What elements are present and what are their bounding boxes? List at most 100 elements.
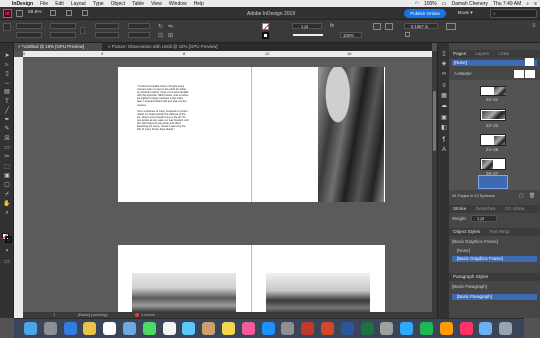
scale-x-field[interactable] bbox=[95, 23, 119, 29]
menu-layout[interactable]: Layout bbox=[71, 1, 86, 7]
spread-thumb[interactable] bbox=[480, 86, 506, 96]
wifi-icon[interactable]: ◠ bbox=[415, 1, 419, 7]
clock[interactable]: Thu 7:49 AM bbox=[493, 1, 521, 7]
trash-icon[interactable] bbox=[499, 322, 513, 335]
user-name[interactable]: Damah Chenery bbox=[452, 1, 488, 7]
launchpad-icon[interactable] bbox=[43, 322, 57, 335]
delete-page-icon[interactable]: 🗑 bbox=[529, 193, 535, 199]
pencil-tool-icon[interactable]: ✎ bbox=[3, 126, 11, 133]
contacts-icon[interactable] bbox=[202, 322, 216, 335]
stroke-type-line[interactable] bbox=[293, 34, 323, 36]
swatches-panel-icon[interactable]: ▦ bbox=[440, 93, 448, 100]
screen-mode-icon[interactable] bbox=[66, 10, 72, 16]
menu-table[interactable]: Table bbox=[132, 1, 144, 7]
scroll-thumb[interactable] bbox=[433, 91, 436, 151]
pages-panel-icon[interactable]: ▯ bbox=[440, 51, 448, 58]
tab-swatches[interactable]: Swatches bbox=[476, 206, 496, 211]
calendar-icon[interactable] bbox=[103, 322, 117, 335]
new-page-icon[interactable]: ▢ bbox=[519, 193, 524, 199]
publish-online-button[interactable]: Publish Online bbox=[404, 9, 446, 18]
stroke-weight-field[interactable]: 1 pt bbox=[292, 23, 322, 29]
fill-stroke-swatch-icon[interactable] bbox=[1, 233, 12, 243]
files-icon[interactable] bbox=[380, 322, 394, 335]
preflight-error-icon[interactable] bbox=[135, 313, 139, 317]
tab-cc-libraries[interactable]: CC Librar bbox=[505, 206, 525, 211]
zoom-tool-icon[interactable]: ⌕ bbox=[3, 210, 11, 217]
arrange-documents-icon[interactable] bbox=[82, 10, 88, 16]
menu-view[interactable]: View bbox=[151, 1, 162, 7]
tab-stroke[interactable]: Stroke bbox=[453, 206, 466, 211]
maps-icon[interactable] bbox=[182, 322, 196, 335]
fx-icon[interactable]: fx bbox=[330, 23, 334, 29]
tab-links[interactable]: Links bbox=[498, 51, 509, 56]
cc-libraries-icon[interactable]: ☁ bbox=[440, 103, 448, 110]
page-right[interactable] bbox=[252, 245, 385, 318]
reference-value-field[interactable]: 0.1667 in bbox=[404, 23, 438, 29]
apply-color-icon[interactable]: ▪ bbox=[3, 248, 11, 255]
finder-icon[interactable] bbox=[24, 322, 37, 335]
appstore-icon[interactable] bbox=[261, 322, 275, 335]
spread-thumb[interactable] bbox=[480, 158, 506, 170]
tab-text-wrap[interactable]: Text Wrap bbox=[489, 229, 510, 234]
menu-object[interactable]: Object bbox=[111, 1, 125, 7]
free-transform-tool-icon[interactable]: ⬚ bbox=[3, 164, 11, 171]
body-text-frame[interactable]: "I could not breathe when I thought ever… bbox=[137, 85, 189, 131]
note-tool-icon[interactable]: ▢ bbox=[3, 182, 11, 189]
spotify-icon[interactable] bbox=[420, 322, 433, 335]
gradient-tool-icon[interactable]: ▣ bbox=[3, 173, 11, 180]
height-field[interactable] bbox=[50, 32, 76, 38]
content-collector-icon[interactable]: ▤ bbox=[3, 89, 11, 96]
illustrator-icon[interactable] bbox=[439, 322, 453, 335]
rotate-field[interactable] bbox=[128, 23, 150, 29]
itunes-icon[interactable] bbox=[241, 322, 255, 335]
indesign-icon[interactable] bbox=[459, 322, 473, 335]
messages-icon[interactable] bbox=[142, 322, 156, 335]
eyedropper-tool-icon[interactable]: ⌿ bbox=[3, 192, 11, 199]
stroke-swatch-icon[interactable] bbox=[262, 32, 269, 39]
text-wrap-panel-icon[interactable]: ▣ bbox=[440, 115, 448, 122]
hand-tool-icon[interactable]: ✋ bbox=[3, 201, 11, 208]
constrain-proportions-icon[interactable] bbox=[80, 27, 85, 34]
screen-mode-tool-icon[interactable]: ▭ bbox=[3, 259, 11, 266]
direct-selection-tool-icon[interactable]: ▹ bbox=[3, 62, 11, 69]
acrobat-icon[interactable] bbox=[301, 322, 315, 335]
panel-menu-icon[interactable]: ≡ bbox=[532, 23, 536, 29]
paragraph-style-item[interactable]: [Basic Paragraph] bbox=[452, 294, 537, 300]
zoom-level-field[interactable]: 59.9% bbox=[28, 10, 42, 15]
auto-fit-checkbox[interactable] bbox=[405, 32, 410, 37]
x-field[interactable] bbox=[16, 23, 42, 29]
object-styles-panel-icon[interactable]: ◧ bbox=[440, 125, 448, 132]
select-content-icon[interactable]: ⊡ bbox=[158, 32, 163, 39]
fill-swatch-icon[interactable] bbox=[262, 23, 270, 31]
page-left[interactable] bbox=[118, 245, 251, 318]
weight-field[interactable]: 1 pt bbox=[471, 215, 497, 222]
folder-icon[interactable] bbox=[479, 322, 493, 335]
rectangle-tool-icon[interactable]: ▭ bbox=[3, 145, 11, 152]
photos-icon[interactable] bbox=[162, 322, 176, 335]
stroke-panel-icon[interactable]: ≡ bbox=[440, 83, 448, 90]
settings-icon[interactable] bbox=[281, 322, 295, 335]
y-field[interactable] bbox=[16, 32, 42, 38]
menu-help[interactable]: Help bbox=[194, 1, 204, 7]
selected-spread-thumb[interactable] bbox=[478, 175, 508, 189]
pen-tool-icon[interactable]: ✒ bbox=[3, 117, 11, 124]
search-icon[interactable]: ⌕ bbox=[526, 1, 529, 7]
line-tool-icon[interactable]: ╱ bbox=[3, 108, 11, 115]
menu-file[interactable]: File bbox=[40, 1, 48, 7]
workspace-switcher[interactable]: Book ▾ bbox=[458, 11, 473, 16]
tab-picture-observation[interactable]: × Picture: Observation with Untitl @ 15%… bbox=[104, 43, 234, 51]
menu-indesign[interactable]: InDesign bbox=[12, 1, 33, 7]
safari-icon[interactable] bbox=[63, 322, 77, 335]
gap-tool-icon[interactable]: ↔ bbox=[3, 80, 11, 87]
menu-edit[interactable]: Edit bbox=[55, 1, 64, 7]
page-tool-icon[interactable]: ▯ bbox=[3, 71, 11, 78]
select-container-icon[interactable]: ⊞ bbox=[168, 32, 173, 39]
notes-icon[interactable] bbox=[222, 322, 235, 335]
vertical-ruler[interactable] bbox=[14, 57, 23, 318]
menu-type[interactable]: Type bbox=[93, 1, 104, 7]
tab-object-styles[interactable]: Object Styles bbox=[453, 229, 480, 234]
powerpoint-icon[interactable] bbox=[321, 322, 334, 335]
chrome-icon[interactable] bbox=[83, 322, 97, 335]
menu-list-icon[interactable]: ≡ bbox=[534, 1, 537, 7]
text-wrap-icon[interactable] bbox=[373, 23, 381, 30]
